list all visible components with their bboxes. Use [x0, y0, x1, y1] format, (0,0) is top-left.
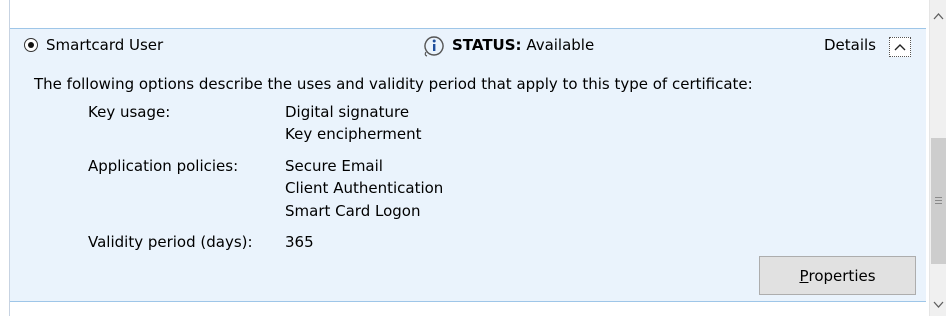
vertical-scrollbar[interactable] — [929, 0, 946, 316]
grip-line — [935, 203, 942, 204]
status-text: STATUS: Available — [452, 35, 594, 55]
key-usage-label: Key usage: — [88, 103, 171, 121]
details-label: Details — [824, 36, 877, 54]
app-policy-value: Smart Card Logon — [285, 202, 421, 220]
chevron-down-icon — [933, 301, 944, 308]
status-value: Available — [526, 36, 595, 54]
validity-value: 365 — [285, 233, 314, 251]
properties-accelerator: P — [799, 266, 809, 285]
chevron-up-icon — [894, 44, 906, 51]
scroll-up-button[interactable] — [930, 8, 946, 25]
app-policy-value: Secure Email — [285, 157, 383, 175]
grip-line — [935, 200, 942, 201]
key-usage-value: Digital signature — [285, 103, 410, 121]
template-description: The following options describe the uses … — [34, 75, 753, 93]
validity-label: Validity period (days): — [88, 233, 253, 251]
scroll-down-button[interactable] — [930, 296, 946, 313]
properties-label-rest: roperties — [808, 266, 876, 285]
info-icon — [424, 36, 444, 57]
app-policy-value: Client Authentication — [285, 179, 444, 197]
app-policies-label: Application policies: — [88, 157, 239, 175]
grip-line — [935, 197, 942, 198]
template-name[interactable]: Smartcard User — [46, 35, 163, 55]
key-usage-value: Key encipherment — [285, 125, 422, 143]
scroll-thumb[interactable] — [931, 138, 946, 264]
status-label: STATUS: — [452, 36, 522, 54]
chevron-up-icon — [933, 13, 944, 20]
properties-button[interactable]: Properties — [759, 256, 916, 295]
details-toggle-button[interactable] — [889, 37, 911, 57]
template-radio-button[interactable] — [24, 38, 38, 52]
